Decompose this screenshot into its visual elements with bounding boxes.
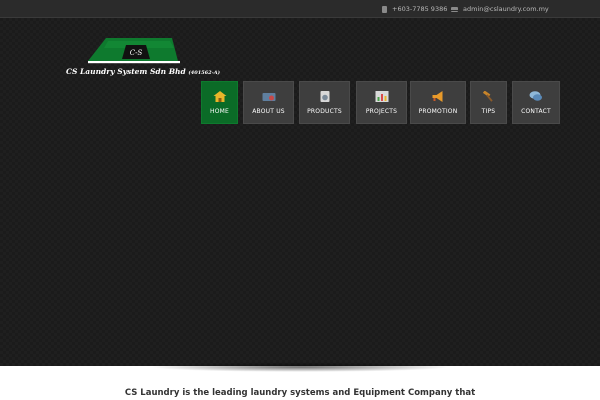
chat-icon xyxy=(529,91,542,101)
nav-item-projects[interactable]: PROJECTS xyxy=(356,81,407,124)
nav-item-promotion[interactable]: PROMOTION xyxy=(410,81,466,124)
megaphone-icon xyxy=(432,91,443,102)
nav-item-home[interactable]: HOME xyxy=(201,81,238,124)
email-contact[interactable]: admin@cslaundry.com.my xyxy=(451,4,549,14)
intro-text: CS Laundry is the leading laundry system… xyxy=(124,388,476,398)
nav-label: HOME xyxy=(209,108,229,115)
chart-icon xyxy=(375,91,388,102)
company-reg-number: (401562-A) xyxy=(188,70,220,76)
nav-item-tips[interactable]: TIPS xyxy=(470,81,507,124)
nav-label: PROMOTION xyxy=(418,108,458,115)
washer-icon xyxy=(320,91,329,102)
nav-label: ABOUT US xyxy=(252,108,285,115)
phone-icon xyxy=(382,5,387,13)
about-icon xyxy=(262,93,275,101)
home-icon xyxy=(213,91,226,102)
top-contact-bar: +603-7785 9386 admin@cslaundry.com.my xyxy=(0,0,600,18)
company-name: CS Laundry System Sdn Bhd (401562-A) xyxy=(66,67,220,76)
logo-base-line xyxy=(88,61,180,64)
email-address[interactable]: admin@cslaundry.com.my xyxy=(463,5,549,13)
phone-number: +603-7785 9386 xyxy=(392,5,448,13)
hammer-icon xyxy=(482,91,493,102)
nav-label: TIPS xyxy=(481,108,496,115)
section-shadow xyxy=(150,362,450,372)
nav-label: CONTACT xyxy=(521,108,551,115)
logo-emblem-text: C-S xyxy=(130,49,143,57)
nav-label: PROJECTS xyxy=(365,108,398,115)
company-name-label: CS Laundry System Sdn Bhd xyxy=(66,67,186,76)
nav-item-products[interactable]: PRODUCTS xyxy=(299,81,350,124)
nav-item-contact[interactable]: CONTACT xyxy=(512,81,560,124)
nav-item-about-us[interactable]: ABOUT US xyxy=(243,81,294,124)
phone-contact: +603-7785 9386 xyxy=(382,4,447,14)
envelope-icon xyxy=(451,6,458,12)
nav-label: PRODUCTS xyxy=(307,108,342,115)
